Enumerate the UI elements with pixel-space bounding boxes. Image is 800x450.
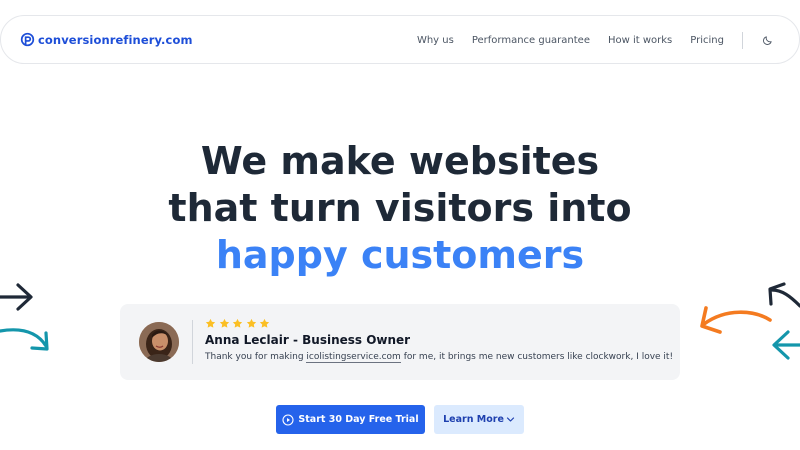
navbar: conversionrefinery.com Why us Performanc…: [0, 15, 800, 64]
hero-line-3-accent: happy customers: [215, 233, 585, 277]
star-icon: [219, 318, 229, 328]
person-portrait-icon: [139, 322, 179, 362]
learn-more-label: Learn More: [443, 414, 504, 425]
quote-text-end: for me, it brings me new customers like …: [400, 352, 674, 362]
main-nav: Why us Performance guarantee How it work…: [417, 30, 773, 50]
star-icon: [205, 318, 216, 328]
hero-headline: We make websites that turn visitors into…: [0, 138, 800, 279]
testimonial-divider: [192, 320, 193, 364]
theme-toggle-button[interactable]: [761, 34, 773, 46]
star-rating: [205, 318, 273, 329]
avatar: [139, 322, 179, 362]
learn-more-button[interactable]: Learn More: [434, 405, 524, 434]
testimonial-author: Anna Leclair - Business Owner: [205, 333, 411, 347]
nav-divider: [742, 31, 743, 49]
nav-link-why-us[interactable]: Why us: [417, 35, 454, 46]
moon-icon: [762, 35, 772, 45]
teal-arrow-left-icon: [0, 328, 49, 351]
teal-arrow-right-icon: [772, 330, 800, 360]
chevron-down-icon: [506, 417, 514, 422]
nav-link-how-it-works[interactable]: How it works: [608, 35, 672, 46]
testimonial-quote: Thank you for making icolistingservice.c…: [205, 352, 674, 363]
nav-link-pricing[interactable]: Pricing: [690, 35, 724, 46]
orange-arrow-right-icon: [700, 306, 772, 334]
hero-line-2: that turn visitors into: [168, 186, 632, 230]
brand-name: conversionrefinery.com: [38, 32, 193, 47]
nav-link-performance-guarantee[interactable]: Performance guarantee: [472, 35, 590, 46]
testimonial-site-link[interactable]: icolistingservice.com: [306, 352, 401, 363]
start-trial-button[interactable]: Start 30 Day Free Trial: [276, 405, 425, 434]
star-icon: [232, 318, 243, 328]
testimonial-card: Anna Leclair - Business Owner Thank you …: [120, 304, 680, 380]
play-circle-icon: [282, 413, 294, 426]
start-trial-label: Start 30 Day Free Trial: [298, 414, 419, 425]
star-icon: [246, 318, 256, 328]
dark-arrow-left-icon: [0, 283, 33, 311]
star-icon: [259, 318, 270, 328]
brand-logo[interactable]: conversionrefinery.com: [20, 32, 193, 47]
logo-icon: [20, 32, 35, 47]
hero-line-1: We make websites: [200, 139, 600, 183]
quote-text-start: Thank you for making: [205, 352, 307, 362]
